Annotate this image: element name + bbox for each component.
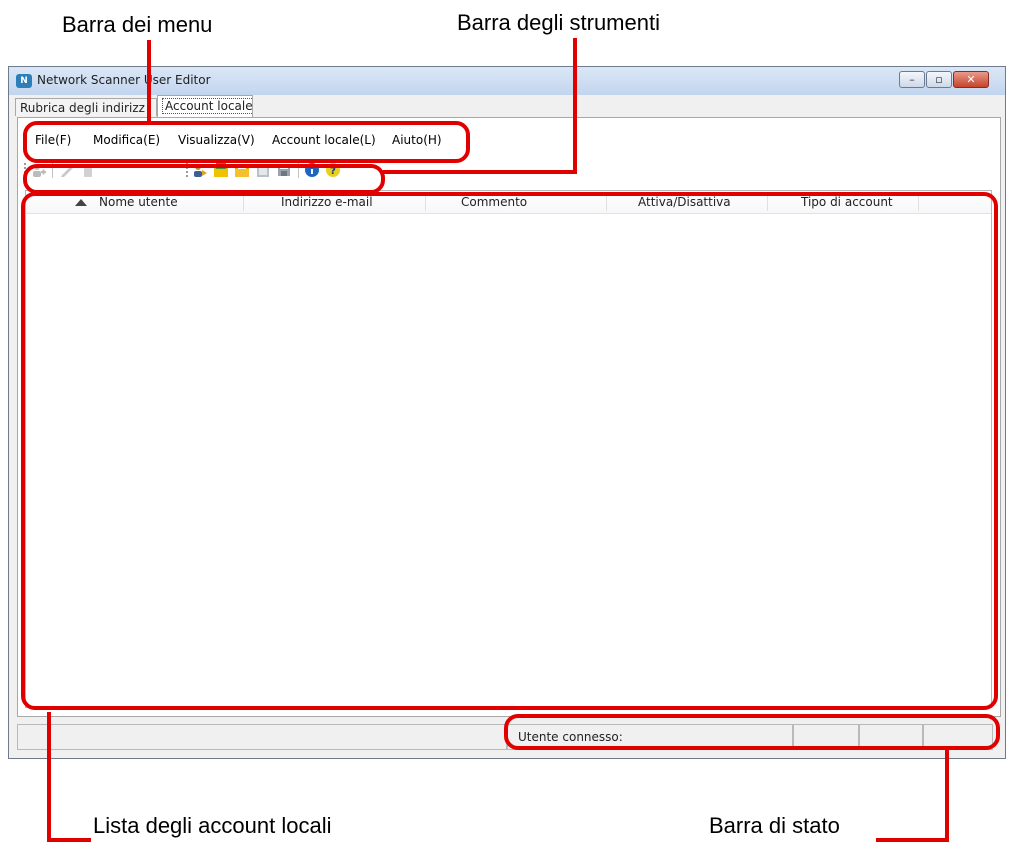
- tab-address-book-label: Rubrica degli indirizz: [20, 101, 145, 115]
- status-bar: Utente connesso:: [17, 722, 1001, 752]
- import-user-icon[interactable]: [192, 162, 208, 178]
- callout-line-toolbar-h: [383, 170, 577, 174]
- status-cell-empty: [17, 724, 507, 750]
- column-divider[interactable]: [606, 193, 607, 211]
- local-account-list[interactable]: Nome utente Indirizzo e-mail Commento At…: [25, 190, 992, 708]
- callout-line-list-h: [47, 838, 91, 842]
- callout-line-toolbar: [573, 38, 577, 174]
- callout-account-list: Lista degli account locali: [93, 813, 332, 838]
- menu-edit[interactable]: Modifica(E): [93, 130, 160, 150]
- callout-line-list: [47, 712, 51, 842]
- tab-local-account-label: Account locale: [162, 98, 252, 114]
- close-button[interactable]: ✕: [953, 71, 989, 88]
- toolbar-grip[interactable]: [24, 163, 28, 177]
- status-cell: [923, 724, 993, 750]
- column-email[interactable]: Indirizzo e-mail: [281, 191, 373, 213]
- status-connected-user: Utente connesso:: [507, 724, 793, 750]
- column-divider[interactable]: [767, 193, 768, 211]
- open-folder-green-icon[interactable]: [213, 162, 229, 178]
- column-enabled[interactable]: Attiva/Disattiva: [638, 191, 731, 213]
- export-icon[interactable]: [255, 162, 271, 178]
- minimize-icon: –: [909, 73, 915, 86]
- column-divider[interactable]: [918, 193, 919, 211]
- toolbar-separator-2: [298, 162, 299, 178]
- list-header: Nome utente Indirizzo e-mail Commento At…: [26, 191, 991, 214]
- menu-local-account[interactable]: Account locale(L): [272, 130, 376, 150]
- title-bar[interactable]: N Network Scanner User Editor – ▫ ✕: [9, 67, 1005, 95]
- callout-line-status-h: [876, 838, 949, 842]
- toolbar-grip-2[interactable]: [186, 163, 190, 177]
- column-divider[interactable]: [243, 193, 244, 211]
- menu-help[interactable]: Aiuto(H): [392, 130, 442, 150]
- status-cell: [859, 724, 923, 750]
- toolbar-separator: [52, 162, 53, 178]
- minimize-button[interactable]: –: [899, 71, 925, 88]
- status-cell: [793, 724, 859, 750]
- column-divider[interactable]: [425, 193, 426, 211]
- close-icon: ✕: [966, 73, 976, 86]
- tab-panel: File(F) Modifica(E) Visualizza(V) Accoun…: [17, 117, 1001, 717]
- column-account-type[interactable]: Tipo di account: [801, 191, 893, 213]
- maximize-icon: ▫: [935, 73, 943, 86]
- tab-address-book[interactable]: Rubrica degli indirizz: [15, 98, 157, 116]
- info-icon[interactable]: [304, 162, 320, 178]
- callout-toolbar: Barra degli strumenti: [457, 10, 660, 35]
- callout-line-status: [945, 748, 949, 842]
- menu-view[interactable]: Visualizza(V): [178, 130, 255, 150]
- svg-text:?: ?: [330, 166, 336, 177]
- callout-status-bar: Barra di stato: [709, 813, 840, 838]
- help-icon[interactable]: ?: [325, 162, 341, 178]
- app-logo-icon: N: [16, 74, 32, 88]
- maximize-button[interactable]: ▫: [926, 71, 952, 88]
- delete-icon[interactable]: [80, 162, 96, 178]
- tab-local-account[interactable]: Account locale: [157, 95, 253, 117]
- callout-line-menu: [147, 40, 151, 124]
- column-comment[interactable]: Commento: [461, 191, 527, 213]
- column-user-name[interactable]: Nome utente: [99, 191, 178, 213]
- edit-icon[interactable]: [59, 162, 75, 178]
- sort-ascending-icon[interactable]: [75, 199, 87, 206]
- menu-file[interactable]: File(F): [35, 130, 71, 150]
- callout-menu-bar: Barra dei menu: [62, 12, 213, 37]
- add-user-icon[interactable]: [31, 162, 47, 178]
- window-title: Network Scanner User Editor: [37, 73, 211, 87]
- save-icon[interactable]: [276, 162, 292, 178]
- open-folder-orange-icon[interactable]: [234, 162, 250, 178]
